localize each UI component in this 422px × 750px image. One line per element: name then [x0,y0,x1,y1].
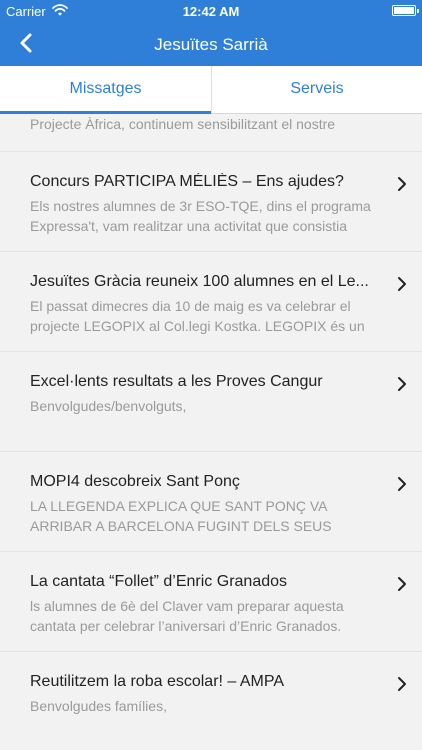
list-item[interactable]: La cantata “Follet” d’Enric Granados ls … [0,552,422,652]
status-bar: Carrier 12:42 AM [0,0,422,22]
message-title: Jesuïtes Gràcia reuneix 100 alumnes en e… [30,273,369,290]
message-title: Excel·lents resultats a les Proves Cangu… [30,373,323,390]
message-description: LA LLEGENDA EXPLICA QUE SANT PONÇ VA ARR… [30,498,332,534]
chevron-right-icon [398,177,406,191]
message-description: Els nostres alumnes de 3r ESO-TQE, dins … [30,198,371,234]
clock: 12:42 AM [182,4,240,19]
message-description: Benvolgudes famílies, [30,698,167,714]
tab-bar: Missatges Serveis [0,66,422,114]
page-title: Jesuïtes Sarrià [154,35,268,54]
tab-serveis[interactable]: Serveis [211,66,422,113]
message-description: El passat dimecres dia 10 de maig es va … [30,298,365,334]
chevron-right-icon [398,677,406,691]
chevron-right-icon [398,577,406,591]
chevron-right-icon [398,477,406,491]
navigation-bar: Jesuïtes Sarrià [0,22,422,66]
list-item[interactable]: Concurs PARTICIPA MÉLIÈS – Ens ajudes? E… [0,152,422,252]
list-item[interactable]: Reutilitzem la roba escolar! – AMPA Benv… [0,652,422,750]
message-description: ls alumnes de 6è del Claver vam preparar… [30,598,344,634]
message-title: Reutilitzem la roba escolar! – AMPA [30,673,285,690]
list-item[interactable]: Excel·lents resultats a les Proves Cangu… [0,352,422,452]
tab-missatges[interactable]: Missatges [0,66,211,114]
battery-icon [392,5,419,16]
message-description: Benvolgudes/benvolguts, [30,398,187,414]
list-item[interactable]: Projecte Àfrica, continuem sensibilitzan… [0,114,422,152]
chevron-right-icon [398,277,406,291]
message-title: MOPI4 descobreix Sant Ponç [30,473,240,490]
chevron-right-icon [398,377,406,391]
message-title: La cantata “Follet” d’Enric Granados [30,573,288,590]
message-title: Concurs PARTICIPA MÉLIÈS – Ens ajudes? [30,173,344,190]
list-item[interactable]: Jesuïtes Gràcia reuneix 100 alumnes en e… [0,252,422,352]
message-description: Projecte Àfrica, continuem sensibilitzan… [30,116,336,132]
messages-list[interactable]: Projecte Àfrica, continuem sensibilitzan… [0,114,422,750]
list-item[interactable]: MOPI4 descobreix Sant Ponç LA LLEGENDA E… [0,452,422,552]
